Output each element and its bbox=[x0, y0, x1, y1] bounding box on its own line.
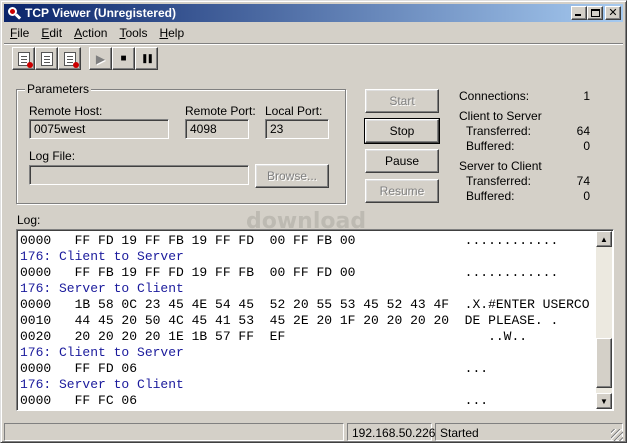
menu-action[interactable]: Action bbox=[68, 24, 113, 42]
log-line: 176: Server to Client bbox=[20, 377, 184, 392]
s2c-buffered-value: 0 bbox=[583, 189, 590, 203]
resume-button[interactable]: Resume bbox=[365, 179, 439, 203]
toolbar-button-edit[interactable] bbox=[35, 47, 58, 70]
window-title: TCP Viewer (Unregistered) bbox=[25, 6, 176, 20]
edit-document-icon bbox=[40, 51, 53, 66]
toolbar-button-play[interactable]: ▶ bbox=[89, 47, 112, 70]
log-line: 176: Server to Client bbox=[20, 281, 184, 296]
menu-bar: File Edit Action Tools Help bbox=[4, 24, 190, 42]
c2s-transferred-label: Transferred: bbox=[466, 124, 531, 138]
remote-host-field[interactable]: 0075west bbox=[29, 119, 169, 139]
log-lines: 0000 FF FD 19 FF FB 19 FF FD 00 FF FB 00… bbox=[20, 233, 596, 409]
log-line: 0010 44 45 20 50 4C 45 41 53 45 2E 20 1F… bbox=[20, 313, 559, 328]
connections-label: Connections: bbox=[459, 89, 530, 103]
menu-file[interactable]: File bbox=[4, 24, 35, 42]
stop-button[interactable]: Stop bbox=[364, 118, 440, 144]
client-to-server-label: Client to Server bbox=[459, 109, 542, 123]
local-port-label: Local Port: bbox=[265, 104, 323, 118]
close-button[interactable]: ✕ bbox=[605, 6, 621, 20]
c2s-buffered-label: Buffered: bbox=[466, 139, 515, 153]
play-icon: ▶ bbox=[95, 51, 106, 66]
connections-value: 1 bbox=[583, 89, 590, 103]
menu-help[interactable]: Help bbox=[153, 24, 190, 42]
close-icon: ✕ bbox=[608, 6, 618, 19]
menu-tools[interactable]: Tools bbox=[113, 24, 153, 42]
status-state: Started bbox=[435, 423, 623, 441]
log-line: 176: Client to Server bbox=[20, 249, 184, 264]
minimize-button[interactable] bbox=[571, 6, 587, 20]
browse-button[interactable]: Browse... bbox=[255, 164, 329, 188]
log-file-field[interactable] bbox=[29, 165, 249, 185]
pause-button[interactable]: Pause bbox=[365, 149, 439, 173]
log-file-label: Log File: bbox=[29, 149, 76, 163]
log-line: 0000 FF FC 06 ... bbox=[20, 393, 489, 408]
toolbar-button-delete[interactable] bbox=[58, 47, 81, 70]
toolbar-button-pause[interactable]: ❚❚ bbox=[135, 47, 158, 70]
maximize-button[interactable] bbox=[587, 6, 603, 20]
scroll-down-button[interactable]: ▼ bbox=[596, 393, 612, 409]
log-label: Log: bbox=[17, 213, 41, 227]
log-line: 0000 1B 58 0C 23 45 4E 54 45 52 20 55 53… bbox=[20, 297, 590, 312]
s2c-buffered-label: Buffered: bbox=[466, 189, 515, 203]
title-bar[interactable]: TCP Viewer (Unregistered) ✕ bbox=[4, 4, 623, 22]
stop-icon: ■ bbox=[120, 53, 127, 64]
log-line: 0000 FF FD 19 FF FB 19 FF FD 00 FF FB 00… bbox=[20, 233, 559, 248]
c2s-transferred-value: 64 bbox=[576, 124, 590, 138]
resize-grip[interactable] bbox=[611, 429, 623, 441]
minimize-icon bbox=[575, 14, 581, 16]
log-line: 0000 FF FB 19 FF FD 19 FF FB 00 FF FD 00… bbox=[20, 265, 559, 280]
remote-port-label: Remote Port: bbox=[185, 104, 256, 118]
log-line: 0020 20 20 20 20 1E 1B 57 FF EF ..W.. bbox=[20, 329, 528, 344]
scroll-thumb[interactable] bbox=[596, 338, 612, 388]
status-pane-main bbox=[4, 423, 344, 441]
log-scrollbar[interactable]: ▲ ▼ bbox=[596, 231, 612, 409]
toolbar: ▶ ■ ❚❚ bbox=[4, 43, 623, 73]
s2c-transferred-value: 74 bbox=[576, 174, 590, 188]
status-address: 192.168.50.226 bbox=[347, 423, 435, 441]
arrow-up-icon: ▲ bbox=[600, 234, 608, 244]
log-panel[interactable]: 0000 FF FD 19 FF FB 19 FF FD 00 FF FB 00… bbox=[16, 229, 614, 411]
s2c-transferred-label: Transferred: bbox=[466, 174, 531, 188]
arrow-down-icon: ▼ bbox=[600, 396, 608, 406]
status-bar: 192.168.50.226 Started bbox=[4, 423, 623, 441]
magnifier-app-icon bbox=[7, 6, 22, 20]
log-line: 176: Client to Server bbox=[20, 345, 184, 360]
toolbar-button-find[interactable] bbox=[12, 47, 35, 70]
remote-host-label: Remote Host: bbox=[29, 104, 103, 118]
server-to-client-label: Server to Client bbox=[459, 159, 542, 173]
menu-edit[interactable]: Edit bbox=[35, 24, 68, 42]
find-document-icon bbox=[17, 51, 33, 68]
remote-port-field[interactable]: 4098 bbox=[185, 119, 249, 139]
parameters-title: Parameters bbox=[25, 82, 92, 96]
start-button[interactable]: Start bbox=[365, 89, 439, 113]
app-window: TCP Viewer (Unregistered) ✕ File Edit Ac… bbox=[0, 0, 627, 443]
log-line: 0000 FF FD 06 ... bbox=[20, 361, 489, 376]
maximize-icon bbox=[591, 9, 600, 17]
delete-document-icon bbox=[63, 51, 79, 68]
pause-icon: ❚❚ bbox=[140, 53, 154, 63]
local-port-field[interactable]: 23 bbox=[265, 119, 329, 139]
toolbar-button-stop[interactable]: ■ bbox=[112, 47, 135, 70]
c2s-buffered-value: 0 bbox=[583, 139, 590, 153]
scroll-up-button[interactable]: ▲ bbox=[596, 231, 612, 247]
